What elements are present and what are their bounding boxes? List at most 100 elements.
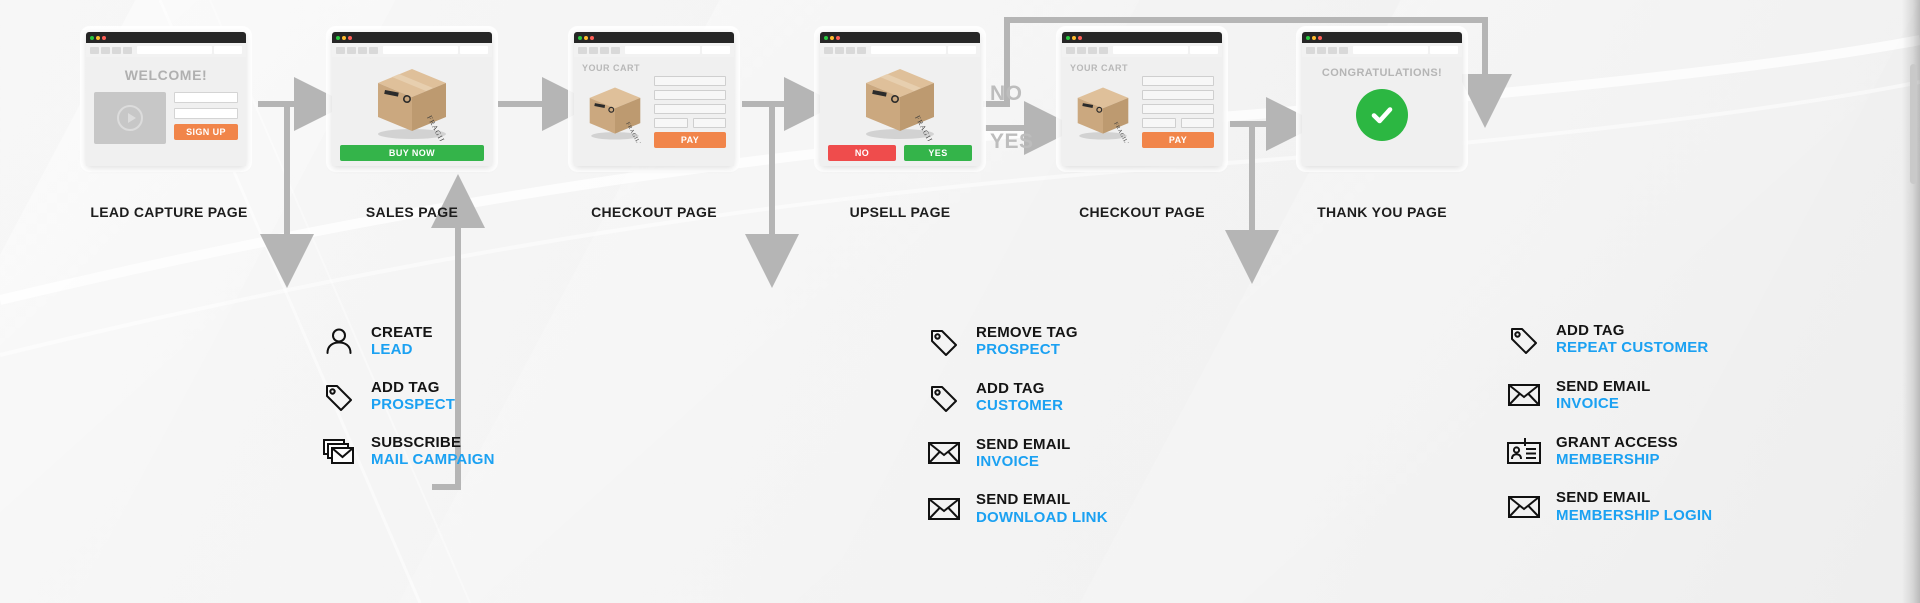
action-title: SEND EMAIL bbox=[1556, 489, 1651, 507]
action-subject: MEMBERSHIP LOGIN bbox=[1556, 506, 1713, 524]
toolbar-search-bar[interactable] bbox=[948, 46, 976, 54]
action-subject: CUSTOMER bbox=[976, 397, 1064, 415]
page-card-thank-you[interactable]: CONGRATULATIONS! bbox=[1302, 32, 1462, 166]
cart-headline: YOUR CART bbox=[582, 63, 640, 73]
product-image: FRAGILE bbox=[828, 63, 972, 141]
action-subject: MEMBERSHIP bbox=[1556, 450, 1660, 468]
action-subject: INVOICE bbox=[1556, 395, 1620, 413]
checkout-field-5[interactable] bbox=[1180, 118, 1214, 128]
action-item[interactable]: SEND EMAIL INVOICE bbox=[925, 436, 1108, 471]
envelope-icon bbox=[1505, 378, 1543, 412]
toolbar-address-bar[interactable] bbox=[1353, 46, 1428, 54]
success-check-icon bbox=[1356, 89, 1408, 141]
action-item[interactable]: ADD TAG PROSPECT bbox=[320, 379, 495, 414]
window-toolbar bbox=[1302, 43, 1462, 57]
tag-icon bbox=[1505, 322, 1543, 356]
checkout-field-1[interactable] bbox=[1142, 76, 1214, 86]
tag-icon bbox=[925, 380, 963, 414]
window-titlebar bbox=[86, 32, 246, 43]
checkout-field-2[interactable] bbox=[1142, 90, 1214, 100]
action-title: SEND EMAIL bbox=[976, 491, 1071, 509]
window-dot-yellow bbox=[342, 35, 346, 40]
product-image: FRAGILE bbox=[1070, 76, 1136, 148]
page-card-lead-capture[interactable]: WELCOME! SIGN UP bbox=[86, 32, 246, 166]
buy-now-button[interactable]: BUY NOW bbox=[340, 145, 484, 161]
video-placeholder[interactable] bbox=[94, 92, 166, 144]
tag-icon bbox=[925, 324, 963, 358]
signup-button[interactable]: SIGN UP bbox=[174, 124, 238, 140]
action-group-after-checkout-2: ADD TAG REPEAT CUSTOMER SEND EMAIL INVOI… bbox=[1505, 322, 1712, 524]
toolbar-address-bar[interactable] bbox=[137, 46, 212, 54]
toolbar-square bbox=[101, 46, 110, 54]
welcome-headline: WELCOME! bbox=[124, 67, 208, 83]
window-toolbar bbox=[574, 43, 734, 57]
page-card-upsell[interactable]: FRAGILE NO YES bbox=[820, 32, 980, 166]
tag-icon bbox=[320, 379, 358, 413]
name-field[interactable] bbox=[174, 92, 238, 103]
action-title: GRANT ACCESS bbox=[1556, 433, 1678, 451]
toolbar-search-bar[interactable] bbox=[1430, 46, 1458, 54]
window-dot-red bbox=[348, 35, 352, 40]
toolbar-search-bar[interactable] bbox=[460, 46, 488, 54]
envelope-icon bbox=[925, 492, 963, 526]
page-card-checkout-1[interactable]: YOUR CART FRAGILE PAY bbox=[574, 32, 734, 166]
user-icon bbox=[320, 324, 358, 358]
page-body: WELCOME! SIGN UP bbox=[86, 57, 246, 166]
action-item[interactable]: CREATE LEAD bbox=[320, 324, 495, 359]
page-caption-thank-you: THANK YOU PAGE bbox=[1317, 204, 1447, 220]
scrollbar-thumb[interactable] bbox=[1910, 64, 1917, 184]
upsell-no-button[interactable]: NO bbox=[828, 145, 896, 161]
window-dot-yellow bbox=[96, 35, 100, 40]
action-item[interactable]: ADD TAG REPEAT CUSTOMER bbox=[1505, 322, 1712, 357]
action-subject: INVOICE bbox=[976, 452, 1040, 470]
window-dot-green bbox=[90, 35, 94, 40]
action-group-after-lead-capture: CREATE LEAD ADD TAG PROSPECT SUBSCRIBE M… bbox=[320, 324, 495, 468]
cart-headline: YOUR CART bbox=[1070, 63, 1128, 73]
page-caption-checkout-1: CHECKOUT PAGE bbox=[591, 204, 717, 220]
upsell-yes-button[interactable]: YES bbox=[904, 145, 972, 161]
pay-button[interactable]: PAY bbox=[654, 132, 726, 148]
action-item[interactable]: SEND EMAIL MEMBERSHIP LOGIN bbox=[1505, 489, 1712, 524]
checkout-field-3[interactable] bbox=[1142, 104, 1214, 114]
toolbar-square bbox=[112, 46, 121, 54]
page-body: FRAGILE BUY NOW bbox=[332, 57, 492, 166]
branch-label-yes: YES bbox=[990, 130, 1034, 153]
window-titlebar bbox=[1062, 32, 1222, 43]
email-field[interactable] bbox=[174, 108, 238, 119]
action-subject: PROSPECT bbox=[976, 341, 1061, 359]
checkout-field-1[interactable] bbox=[654, 76, 726, 86]
page-card-checkout-2[interactable]: YOUR CART FRAGILE PAY bbox=[1062, 32, 1222, 166]
window-dot-green bbox=[336, 35, 340, 40]
toolbar-address-bar[interactable] bbox=[1113, 46, 1188, 54]
checkout-field-4[interactable] bbox=[654, 118, 688, 128]
toolbar-address-bar[interactable] bbox=[625, 46, 700, 54]
checkout-field-4[interactable] bbox=[1142, 118, 1176, 128]
checkout-field-5[interactable] bbox=[692, 118, 726, 128]
action-group-after-checkout-1: REMOVE TAG PROSPECT ADD TAG CUSTOMER SEN… bbox=[925, 324, 1108, 526]
checkout-field-3[interactable] bbox=[654, 104, 726, 114]
action-title: SEND EMAIL bbox=[1556, 377, 1651, 395]
window-titlebar bbox=[574, 32, 734, 43]
toolbar-search-bar[interactable] bbox=[1190, 46, 1218, 54]
id-card-icon bbox=[1505, 434, 1543, 468]
window-toolbar bbox=[332, 43, 492, 57]
checkout-field-2[interactable] bbox=[654, 90, 726, 100]
action-item[interactable]: REMOVE TAG PROSPECT bbox=[925, 324, 1108, 359]
window-titlebar bbox=[1302, 32, 1462, 43]
congratulations-headline: CONGRATULATIONS! bbox=[1321, 67, 1443, 79]
action-item[interactable]: SEND EMAIL DOWNLOAD LINK bbox=[925, 491, 1108, 526]
toolbar-search-bar[interactable] bbox=[702, 46, 730, 54]
page-caption-checkout-2: CHECKOUT PAGE bbox=[1079, 204, 1205, 220]
page-card-sales[interactable]: FRAGILE BUY NOW bbox=[332, 32, 492, 166]
action-item[interactable]: ADD TAG CUSTOMER bbox=[925, 380, 1108, 415]
toolbar-search-bar[interactable] bbox=[214, 46, 242, 54]
action-item[interactable]: SUBSCRIBE MAIL CAMPAIGN bbox=[320, 434, 495, 469]
pay-button[interactable]: PAY bbox=[1142, 132, 1214, 148]
toolbar-square bbox=[90, 46, 99, 54]
action-item[interactable]: GRANT ACCESS MEMBERSHIP bbox=[1505, 434, 1712, 469]
action-subject: REPEAT CUSTOMER bbox=[1556, 339, 1709, 357]
product-image: FRAGILE bbox=[340, 63, 484, 141]
action-item[interactable]: SEND EMAIL INVOICE bbox=[1505, 378, 1712, 413]
toolbar-address-bar[interactable] bbox=[383, 46, 458, 54]
toolbar-address-bar[interactable] bbox=[871, 46, 946, 54]
